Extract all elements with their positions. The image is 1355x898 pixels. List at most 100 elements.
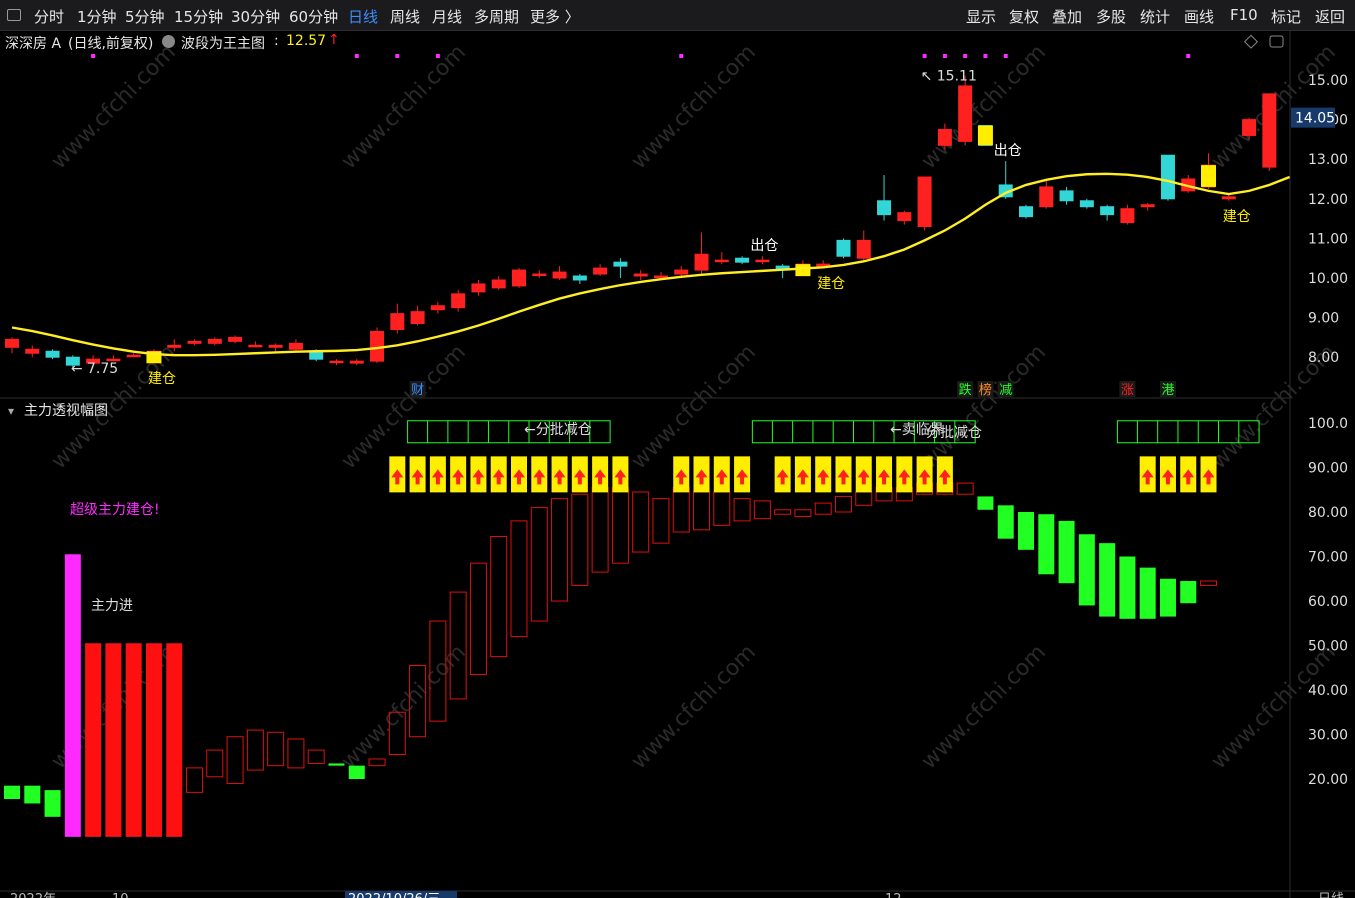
candle-up [633, 273, 648, 277]
candle-up [532, 273, 547, 277]
super-main-buy-label: 超级主力建仓! [70, 502, 160, 518]
sub-panel-collapse-icon: ▾ [8, 404, 14, 418]
power-bar-green [24, 785, 41, 804]
up-arrow-stem [618, 476, 623, 485]
period-label: 日线 [1318, 892, 1344, 898]
candle-up [126, 354, 141, 358]
power-bar-hollow [1200, 580, 1218, 586]
power-bar-hollow [469, 562, 487, 675]
candle-down [572, 275, 587, 281]
power-bar-red [85, 643, 102, 837]
power-bar-hollow [246, 729, 264, 771]
candle-up [491, 279, 506, 289]
batch-reduce-label: ←分批减仓 [524, 422, 592, 438]
candle-down [836, 239, 851, 257]
sub-panel-title: 主力透视幅图 [24, 403, 108, 419]
window-toggle-icon [1269, 35, 1284, 48]
candle-up [207, 338, 222, 344]
candle-up [755, 259, 770, 263]
power-bar-green [328, 763, 345, 766]
up-arrow-stem [922, 476, 927, 485]
up-arrow-stem [780, 476, 785, 485]
up-arrow-stem [598, 476, 603, 485]
yellow-marker [1201, 165, 1217, 187]
up-arrow-stem [395, 476, 400, 485]
sub-tick-label: 50.00 [1308, 639, 1348, 655]
power-bar-hollow [510, 520, 528, 638]
watermark-text: www.cfchi.com [337, 40, 471, 174]
candle-down [613, 261, 628, 267]
event-tag: 涨 [1121, 383, 1134, 398]
up-arrow-stem [841, 476, 846, 485]
signal-dot [91, 54, 96, 58]
sell-signal-label: 出仓 [750, 238, 778, 254]
up-arrow-stem [679, 476, 684, 485]
power-bar-hollow [814, 502, 832, 515]
power-bar-green [1159, 578, 1176, 617]
candle-up [714, 259, 729, 263]
candle-up [167, 344, 182, 348]
watermark-text: www.cfchi.com [1207, 640, 1341, 774]
power-bar-green [1139, 567, 1156, 619]
power-bar-hollow [693, 491, 711, 531]
power-bar-hollow [206, 749, 224, 778]
event-tag: 跌 [959, 382, 972, 398]
up-arrow-stem [1206, 476, 1211, 485]
candle-up [1242, 119, 1257, 136]
candle-up [268, 344, 283, 348]
up-arrow-stem [456, 476, 461, 485]
sub-tick-label: 90.00 [1308, 461, 1348, 477]
event-tag: 财 [411, 383, 424, 398]
candle-up [228, 336, 243, 342]
power-bar-hollow [267, 731, 285, 767]
watermark-text: www.cfchi.com [627, 640, 761, 774]
power-bar-green [1119, 556, 1136, 619]
up-arrow-stem [699, 476, 704, 485]
candle-up [512, 269, 526, 287]
power-bar-hollow [226, 736, 244, 784]
candle-up [674, 269, 689, 275]
signal-dot [983, 54, 988, 58]
yellow-marker [795, 264, 811, 277]
candle-up [25, 348, 40, 354]
price-tick-label: 13.00 [1308, 152, 1348, 168]
watermark-text: www.cfchi.com [627, 340, 761, 474]
signal-dot [922, 54, 927, 58]
power-bar-green [1038, 514, 1055, 575]
candle-up [897, 212, 912, 222]
candle-up [593, 267, 608, 275]
power-bar-hollow [794, 509, 812, 517]
signal-dot [435, 54, 440, 58]
watermark-text: www.cfchi.com [47, 40, 181, 174]
power-bar-hollow [956, 482, 974, 495]
candle-down [877, 200, 892, 216]
signal-dot [395, 54, 400, 58]
up-arrow-stem [537, 476, 542, 485]
candle-up [1262, 93, 1277, 168]
price-tick-label: 11.00 [1308, 231, 1348, 247]
time-axis-label: 12 [885, 892, 902, 898]
power-bar-hollow [753, 500, 771, 520]
candle-up [1140, 204, 1155, 208]
candle-up [471, 283, 486, 293]
candle-up [937, 129, 952, 146]
candle-up [1039, 186, 1054, 208]
power-bar-green [997, 505, 1014, 539]
time-axis-label: 2022年 [10, 892, 56, 898]
candle-up [410, 311, 425, 325]
power-bar-hollow [186, 767, 204, 793]
sub-tick-label: 30.00 [1308, 728, 1348, 744]
candle-up [329, 360, 344, 364]
diamond-icon [1243, 34, 1259, 49]
signal-dot [1186, 54, 1191, 58]
power-bar-red [125, 643, 142, 837]
up-arrow-stem [496, 476, 501, 485]
power-bar-green [1058, 520, 1075, 584]
candle-up [917, 176, 932, 228]
candle-up [390, 313, 405, 330]
candle-down [1160, 154, 1175, 200]
power-bar-red [105, 643, 122, 837]
sub-tick-label: 100.0 [1308, 416, 1348, 432]
candle-up [694, 253, 709, 271]
up-arrow-stem [902, 476, 907, 485]
